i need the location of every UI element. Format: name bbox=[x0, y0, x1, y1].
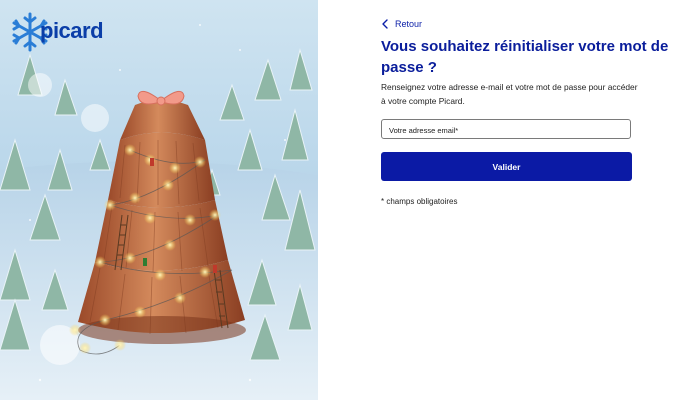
hero-illustration: picard bbox=[0, 0, 318, 400]
back-link[interactable]: Retour bbox=[381, 19, 422, 29]
back-label: Retour bbox=[395, 19, 423, 29]
email-field[interactable] bbox=[382, 121, 630, 140]
chevron-left-icon bbox=[382, 19, 388, 29]
page-title: Vous souhaitez réinitialiser votre mot d… bbox=[381, 38, 669, 76]
submit-button[interactable]: Valider bbox=[381, 152, 632, 181]
brand-logo[interactable]: picard bbox=[8, 10, 104, 54]
christmas-tree-cake-illustration bbox=[0, 24, 318, 400]
reset-password-page: picard Retour Vous souhaitez réinitialis… bbox=[0, 0, 695, 400]
email-field-container bbox=[381, 119, 631, 140]
reset-password-form-panel: Retour Vous souhaitez réinitialiser votr… bbox=[318, 0, 695, 400]
required-fields-note: * champs obligatoires bbox=[381, 197, 458, 206]
form-description: Renseignez votre adresse e-mail et votre… bbox=[381, 82, 638, 106]
brand-name: picard bbox=[40, 18, 104, 43]
